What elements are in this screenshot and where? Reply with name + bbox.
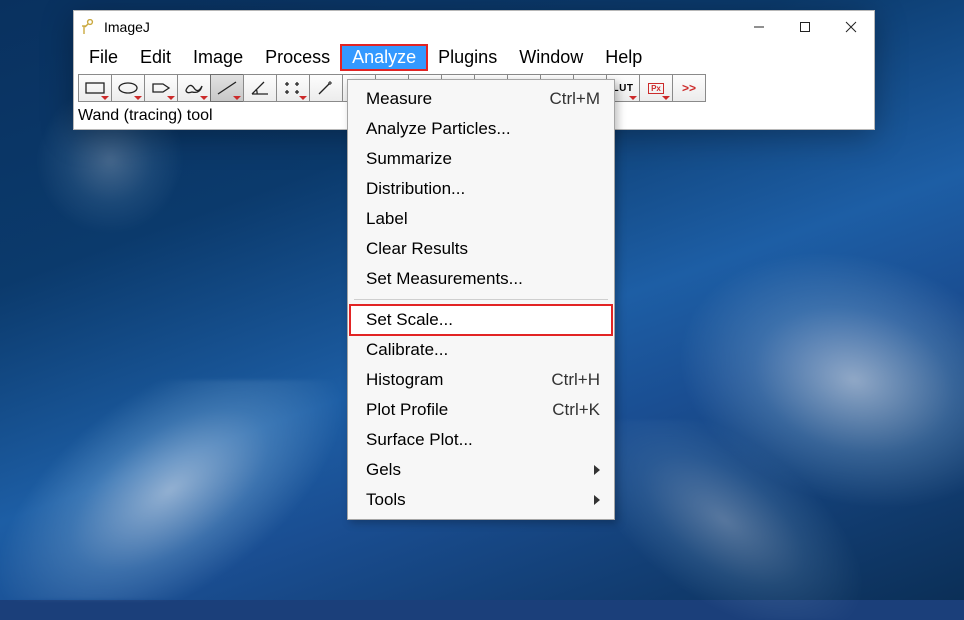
menu-item-label: Clear Results xyxy=(366,239,468,259)
menu-item-set-scale[interactable]: Set Scale... xyxy=(350,305,612,335)
menu-item-calibrate[interactable]: Calibrate... xyxy=(350,335,612,365)
menu-item-analyze-particles[interactable]: Analyze Particles... xyxy=(350,114,612,144)
minimize-button[interactable] xyxy=(736,11,782,43)
menu-item-label: Calibrate... xyxy=(366,340,448,360)
analyze-dropdown-menu: Measure Ctrl+M Analyze Particles... Summ… xyxy=(347,79,615,520)
menu-item-label: Tools xyxy=(366,490,406,510)
menu-item-shortcut: Ctrl+M xyxy=(549,89,600,109)
menu-item-label: Plot Profile xyxy=(366,400,448,420)
menu-item-summarize[interactable]: Summarize xyxy=(350,144,612,174)
wand-tool-button[interactable] xyxy=(309,74,343,102)
menu-item-label: Set Measurements... xyxy=(366,269,523,289)
menu-item-distribution[interactable]: Distribution... xyxy=(350,174,612,204)
close-button[interactable] xyxy=(828,11,874,43)
menu-item-label: Label xyxy=(366,209,408,229)
menu-item-tools[interactable]: Tools xyxy=(350,485,612,515)
menu-item-label: Gels xyxy=(366,460,401,480)
menubar: File Edit Image Process Analyze Plugins … xyxy=(74,43,874,74)
dropdown-divider xyxy=(354,299,608,300)
menu-window[interactable]: Window xyxy=(508,45,594,70)
maximize-button[interactable] xyxy=(782,11,828,43)
menu-item-label: Measure xyxy=(366,89,432,109)
menu-help[interactable]: Help xyxy=(594,45,653,70)
submenu-arrow-icon xyxy=(594,465,600,475)
menu-item-gels[interactable]: Gels xyxy=(350,455,612,485)
oval-tool-button[interactable] xyxy=(111,74,145,102)
window-titlebar[interactable]: ImageJ xyxy=(74,11,874,43)
menu-item-histogram[interactable]: Histogram Ctrl+H xyxy=(350,365,612,395)
menu-item-clear-results[interactable]: Clear Results xyxy=(350,234,612,264)
more-tools-button[interactable]: >> xyxy=(672,74,706,102)
menu-item-label: Distribution... xyxy=(366,179,465,199)
menu-item-plot-profile[interactable]: Plot Profile Ctrl+K xyxy=(350,395,612,425)
menu-item-label: Analyze Particles... xyxy=(366,119,511,139)
menu-file[interactable]: File xyxy=(78,45,129,70)
menu-item-label: Summarize xyxy=(366,149,452,169)
menu-item-measure[interactable]: Measure Ctrl+M xyxy=(350,84,612,114)
menu-analyze[interactable]: Analyze xyxy=(341,45,427,70)
menu-item-shortcut: Ctrl+K xyxy=(552,400,600,420)
freehand-tool-button[interactable] xyxy=(177,74,211,102)
menu-item-label: Histogram xyxy=(366,370,443,390)
rectangle-tool-button[interactable] xyxy=(78,74,112,102)
submenu-arrow-icon xyxy=(594,495,600,505)
menu-edit[interactable]: Edit xyxy=(129,45,182,70)
menu-image[interactable]: Image xyxy=(182,45,254,70)
px-label: Px xyxy=(648,83,664,94)
polygon-tool-button[interactable] xyxy=(144,74,178,102)
lut-label: LUT xyxy=(613,83,634,94)
window-title: ImageJ xyxy=(104,19,150,35)
menu-item-surface-plot[interactable]: Surface Plot... xyxy=(350,425,612,455)
menu-item-label: Set Scale... xyxy=(366,310,453,330)
menu-item-shortcut: Ctrl+H xyxy=(551,370,600,390)
menu-process[interactable]: Process xyxy=(254,45,341,70)
multipoint-tool-button[interactable] xyxy=(276,74,310,102)
menu-plugins[interactable]: Plugins xyxy=(427,45,508,70)
px-tool-button[interactable]: Px xyxy=(639,74,673,102)
status-text: Wand (tracing) tool xyxy=(78,107,213,124)
angle-tool-button[interactable] xyxy=(243,74,277,102)
menu-item-set-measurements[interactable]: Set Measurements... xyxy=(350,264,612,294)
more-tools-label: >> xyxy=(682,81,696,95)
line-tool-button[interactable] xyxy=(210,74,244,102)
menu-item-label: Surface Plot... xyxy=(366,430,473,450)
menu-item-label[interactable]: Label xyxy=(350,204,612,234)
imagej-app-icon xyxy=(80,19,96,35)
window-controls xyxy=(736,11,874,43)
